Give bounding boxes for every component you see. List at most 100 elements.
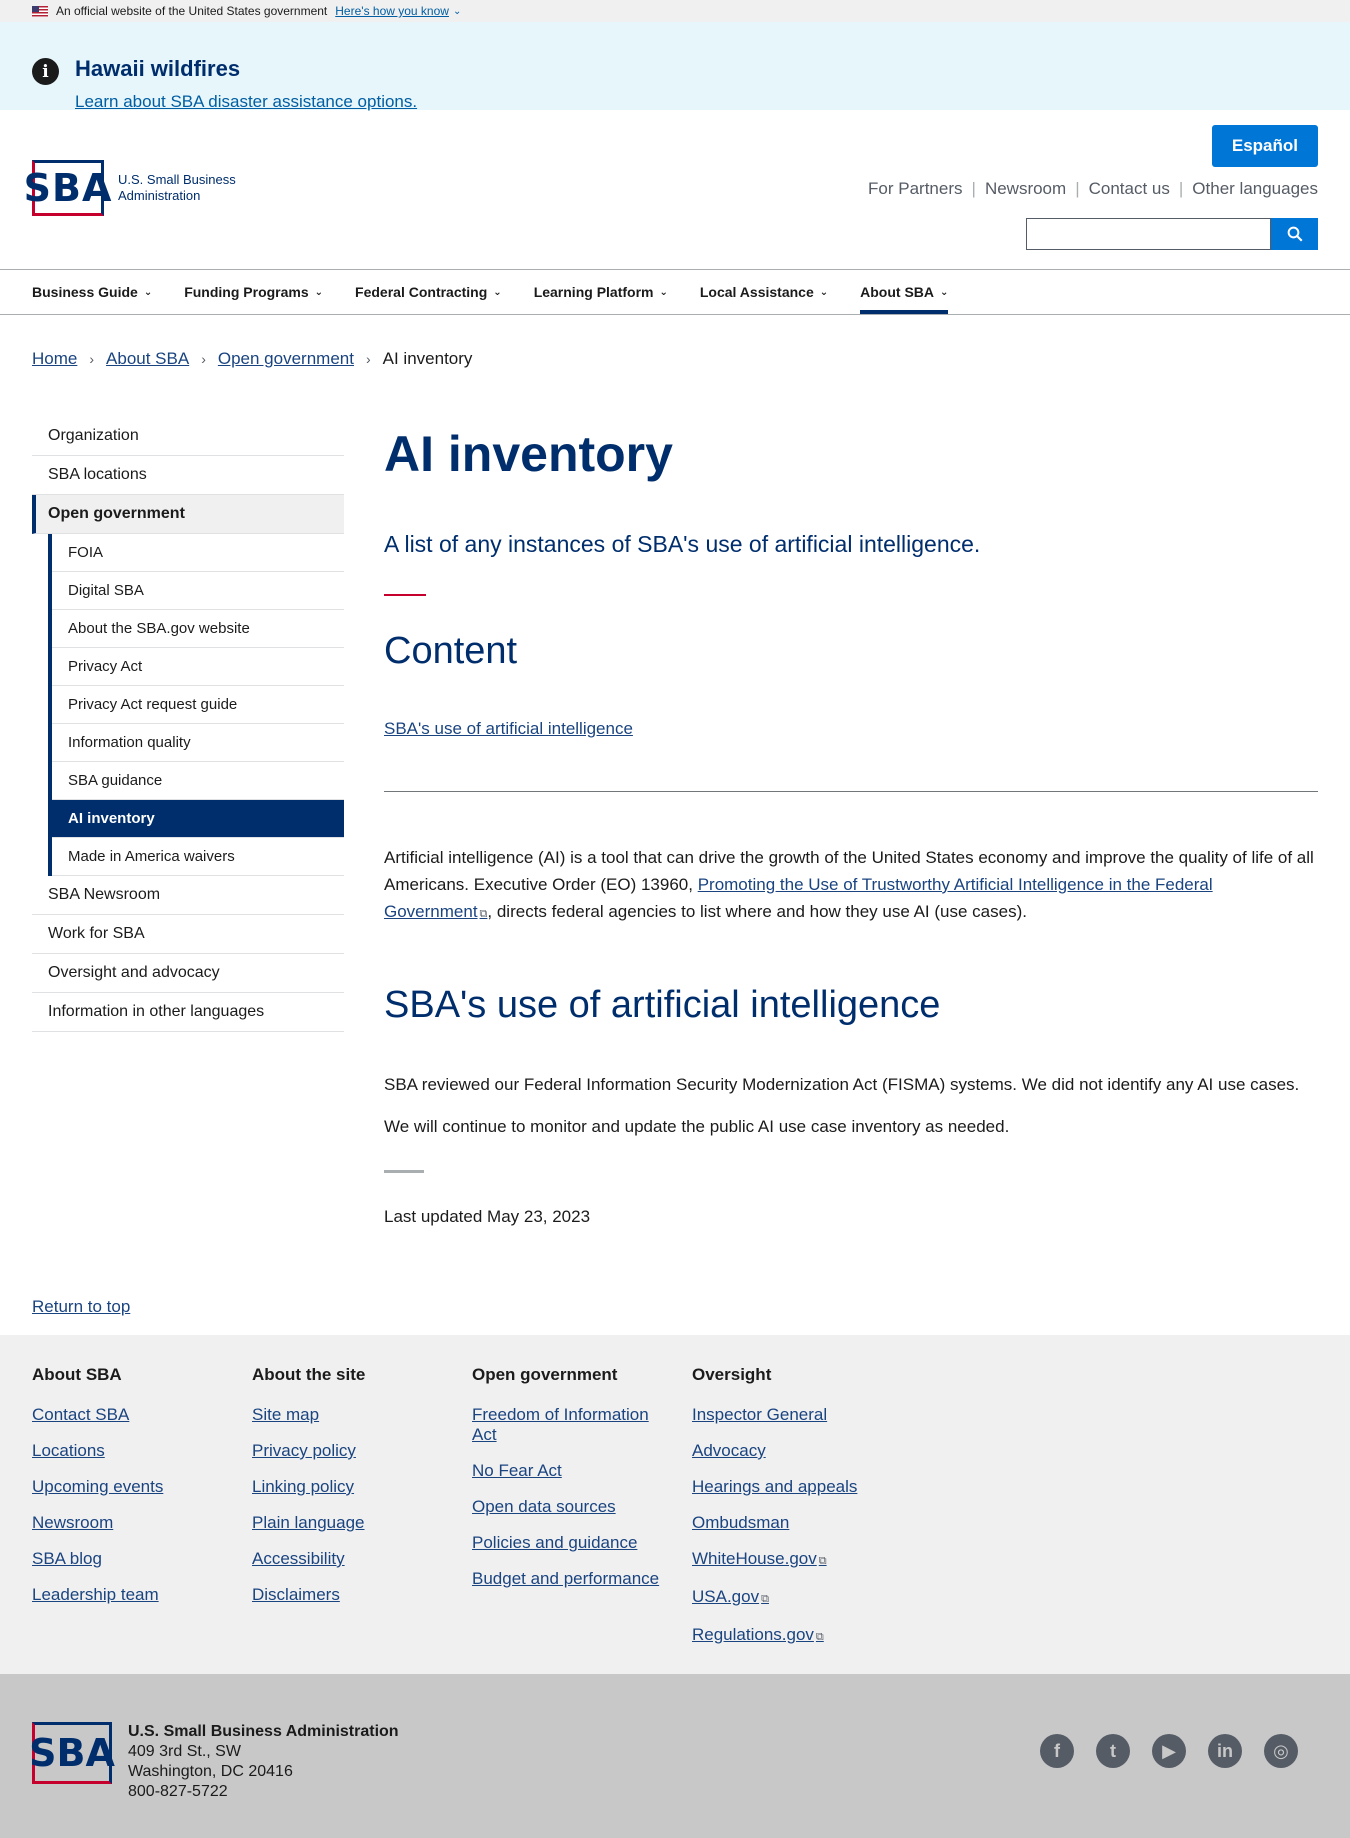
instagram-icon[interactable]: ◎ — [1264, 1734, 1298, 1768]
footer-link[interactable]: No Fear Act — [472, 1461, 662, 1481]
util-for-partners[interactable]: For Partners — [868, 179, 962, 199]
footer-link[interactable]: Ombudsman — [692, 1513, 882, 1533]
toc-link[interactable]: SBA's use of artificial intelligence — [384, 719, 633, 739]
sba-logo[interactable]: SBA U.S. Small Business Administration — [24, 160, 236, 216]
sidebar-item-ai-inventory[interactable]: AI inventory — [52, 800, 344, 838]
breadcrumb-open-government[interactable]: Open government — [218, 349, 354, 369]
us-flag-icon — [32, 5, 48, 17]
sidebar-item-about-website[interactable]: About the SBA.gov website — [52, 610, 344, 648]
footer-link[interactable]: Site map — [252, 1405, 442, 1425]
footer-col-about-site: About the site Site map Privacy policy L… — [252, 1365, 472, 1644]
footer-link[interactable]: Budget and performance — [472, 1569, 662, 1589]
nav-funding-programs[interactable]: Funding Programs ⌄ — [184, 270, 323, 314]
sidebar-item-privacy-act-request-guide[interactable]: Privacy Act request guide — [52, 686, 344, 724]
nav-business-guide[interactable]: Business Guide ⌄ — [32, 270, 152, 314]
footer-link[interactable]: SBA blog — [32, 1549, 222, 1569]
return-to-top: Return to top — [0, 1297, 1350, 1335]
footer-bottom: SBA U.S. Small Business Administration 4… — [0, 1674, 1350, 1838]
external-link-icon: ⧉ — [761, 1593, 769, 1605]
alert-title: Hawaii wildfires — [75, 56, 241, 81]
breadcrumb-about-sba[interactable]: About SBA — [106, 349, 189, 369]
nav-federal-contracting[interactable]: Federal Contracting ⌄ — [355, 270, 502, 314]
footer-link[interactable]: Leadership team — [32, 1585, 222, 1605]
nav-about-sba[interactable]: About SBA ⌄ — [860, 270, 949, 314]
footer-link[interactable]: Freedom of Information Act — [472, 1405, 662, 1445]
logo-text-line1: U.S. Small Business — [118, 172, 236, 187]
footer-heading: Open government — [472, 1365, 618, 1384]
footer-heading: Oversight — [692, 1365, 772, 1384]
search-input[interactable] — [1026, 218, 1271, 250]
nav-local-assistance[interactable]: Local Assistance ⌄ — [700, 270, 828, 314]
breadcrumb-home[interactable]: Home — [32, 349, 77, 369]
footer-link-regulations[interactable]: Regulations.gov ⧉ — [692, 1625, 882, 1647]
sidebar-item-information-quality[interactable]: Information quality — [52, 724, 344, 762]
main-content: AI inventory A list of any instances of … — [384, 417, 1318, 1227]
sidebar-item-oversight-advocacy[interactable]: Oversight and advocacy — [32, 954, 344, 993]
footer-link[interactable]: Newsroom — [32, 1513, 222, 1533]
footer-link-usagov[interactable]: USA.gov ⧉ — [692, 1587, 882, 1609]
nav-label: Learning Platform — [533, 284, 654, 300]
sidebar-item-sba-guidance[interactable]: SBA guidance — [52, 762, 344, 800]
sidebar-item-organization[interactable]: Organization — [32, 417, 344, 456]
nav-label: Funding Programs — [184, 284, 309, 300]
social-links: f t ▶ in ◎ — [1018, 1734, 1298, 1768]
chevron-right-icon: › — [89, 351, 95, 367]
twitter-icon[interactable]: t — [1096, 1734, 1130, 1768]
util-contact-us[interactable]: Contact us — [1089, 179, 1170, 199]
footer-link[interactable]: Locations — [32, 1441, 222, 1461]
chevron-down-icon: ⌄ — [452, 5, 462, 17]
sba-footer-logo[interactable]: SBA — [29, 1722, 115, 1784]
sidebar-item-other-languages[interactable]: Information in other languages — [32, 993, 344, 1032]
footer-link[interactable]: Hearings and appeals — [692, 1477, 882, 1497]
footer-link[interactable]: Disclaimers — [252, 1585, 442, 1605]
logo-text-line2: Administration — [118, 188, 201, 203]
sidebar-item-privacy-act[interactable]: Privacy Act — [52, 648, 344, 686]
breadcrumb: Home › About SBA › Open government › AI … — [0, 315, 1350, 381]
footer-phone: 800-827-5722 — [128, 1783, 228, 1800]
sidebar-subnav: FOIA Digital SBA About the SBA.gov websi… — [48, 534, 344, 876]
return-to-top-link[interactable]: Return to top — [32, 1297, 130, 1316]
footer-link-label: WhiteHouse.gov — [692, 1549, 817, 1568]
sidebar-item-made-in-america-waivers[interactable]: Made in America waivers — [52, 838, 344, 876]
breadcrumb-current: AI inventory — [382, 349, 473, 368]
sba-logo-mark: SBA — [24, 160, 111, 216]
footer-link[interactable]: Privacy policy — [252, 1441, 442, 1461]
site-footer: About SBA Contact SBA Locations Upcoming… — [0, 1335, 1350, 1838]
facebook-icon[interactable]: f — [1040, 1734, 1074, 1768]
nav-label: Federal Contracting — [355, 284, 488, 300]
intro-text: A list of any instances of SBA's use of … — [384, 531, 981, 557]
espanol-button[interactable]: Español — [1211, 125, 1318, 167]
footer-link[interactable]: Upcoming events — [32, 1477, 222, 1497]
footer-link-whitehouse[interactable]: WhiteHouse.gov ⧉ — [692, 1549, 882, 1571]
nav-learning-platform[interactable]: Learning Platform ⌄ — [534, 270, 668, 314]
sidebar-item-foia[interactable]: FOIA — [52, 534, 344, 572]
heres-how-you-know-link[interactable]: Here's how you know — [335, 4, 449, 18]
divider — [384, 594, 426, 596]
footer-link[interactable]: Plain language — [252, 1513, 442, 1533]
sidebar-item-digital-sba[interactable]: Digital SBA — [52, 572, 344, 610]
footer-link[interactable]: Accessibility — [252, 1549, 442, 1569]
util-other-languages[interactable]: Other languages — [1192, 179, 1318, 199]
footer-link[interactable]: Linking policy — [252, 1477, 442, 1497]
sidebar-item-sba-locations[interactable]: SBA locations — [32, 456, 344, 495]
chevron-down-icon: ⌄ — [143, 286, 153, 298]
chevron-down-icon: ⌄ — [493, 286, 502, 298]
sidebar-item-open-government[interactable]: Open government — [32, 495, 344, 534]
linkedin-icon[interactable]: in — [1208, 1734, 1242, 1768]
util-newsroom[interactable]: Newsroom — [985, 179, 1066, 199]
footer-link[interactable]: Inspector General — [692, 1405, 882, 1425]
footer-link[interactable]: Policies and guidance — [472, 1533, 662, 1553]
body-paragraph: SBA reviewed our Federal Information Sec… — [384, 1075, 1300, 1094]
footer-col-oversight: Oversight Inspector General Advocacy Hea… — [692, 1365, 912, 1644]
utility-nav: For Partners | Newsroom | Contact us | O… — [868, 179, 1318, 199]
footer-link[interactable]: Advocacy — [692, 1441, 882, 1461]
gov-banner-text: An official website of the United States… — [56, 4, 328, 18]
search-button[interactable] — [1271, 218, 1318, 250]
sidebar-item-work-for-sba[interactable]: Work for SBA — [32, 915, 344, 954]
gov-banner: An official website of the United States… — [0, 0, 1350, 22]
alert-link[interactable]: Learn about SBA disaster assistance opti… — [75, 92, 417, 111]
footer-link[interactable]: Contact SBA — [32, 1405, 222, 1425]
youtube-icon[interactable]: ▶ — [1152, 1734, 1186, 1768]
sidebar-item-sba-newsroom[interactable]: SBA Newsroom — [32, 876, 344, 915]
footer-link[interactable]: Open data sources — [472, 1497, 662, 1517]
